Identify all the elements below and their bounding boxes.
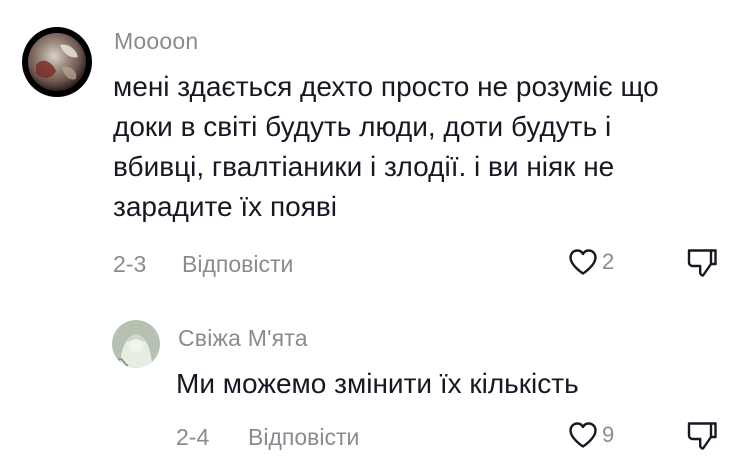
- comment-text-line: зарадите їх появі: [113, 191, 337, 222]
- heart-icon: [569, 249, 597, 275]
- like-count: 2: [602, 249, 615, 274]
- thumbs-down-icon: [687, 422, 717, 450]
- comment-text-line: вбивці, гвалтіаники і злодії. і ви ніяк …: [113, 151, 615, 182]
- avatar[interactable]: [112, 320, 160, 368]
- reply-button[interactable]: Відповісти: [182, 251, 293, 278]
- dislike-button[interactable]: [686, 421, 718, 451]
- comment-text-line: доки в світі будуть люди, доти будуть і: [113, 111, 612, 142]
- comment-text-line: Ми можемо змінити їх кількість: [176, 368, 579, 399]
- character-avatar-icon: [112, 320, 160, 368]
- dislike-button[interactable]: [686, 248, 718, 278]
- comment-text: Ми можемо змінити їх кількість: [176, 364, 716, 404]
- comment-text: мені здається дехто просто не розуміє що…: [113, 67, 733, 227]
- like-button[interactable]: 2: [568, 248, 614, 276]
- comments-section: Moooon мені здається дехто просто не роз…: [0, 0, 750, 464]
- reply-button[interactable]: Відповісти: [248, 424, 359, 451]
- comment-date: 2-3: [113, 251, 147, 277]
- like-count: 9: [602, 422, 615, 447]
- planet-avatar-icon: [22, 27, 92, 97]
- like-button[interactable]: 9: [568, 421, 614, 449]
- comment-author[interactable]: Moooon: [114, 28, 198, 55]
- avatar[interactable]: [22, 27, 92, 97]
- heart-icon: [569, 422, 597, 448]
- comment-text-line: мені здається дехто просто не розуміє що: [113, 71, 659, 102]
- comment-date: 2-4: [176, 424, 210, 450]
- comment-author[interactable]: Свіжа М'ята: [178, 325, 308, 352]
- thumbs-down-icon: [687, 249, 717, 277]
